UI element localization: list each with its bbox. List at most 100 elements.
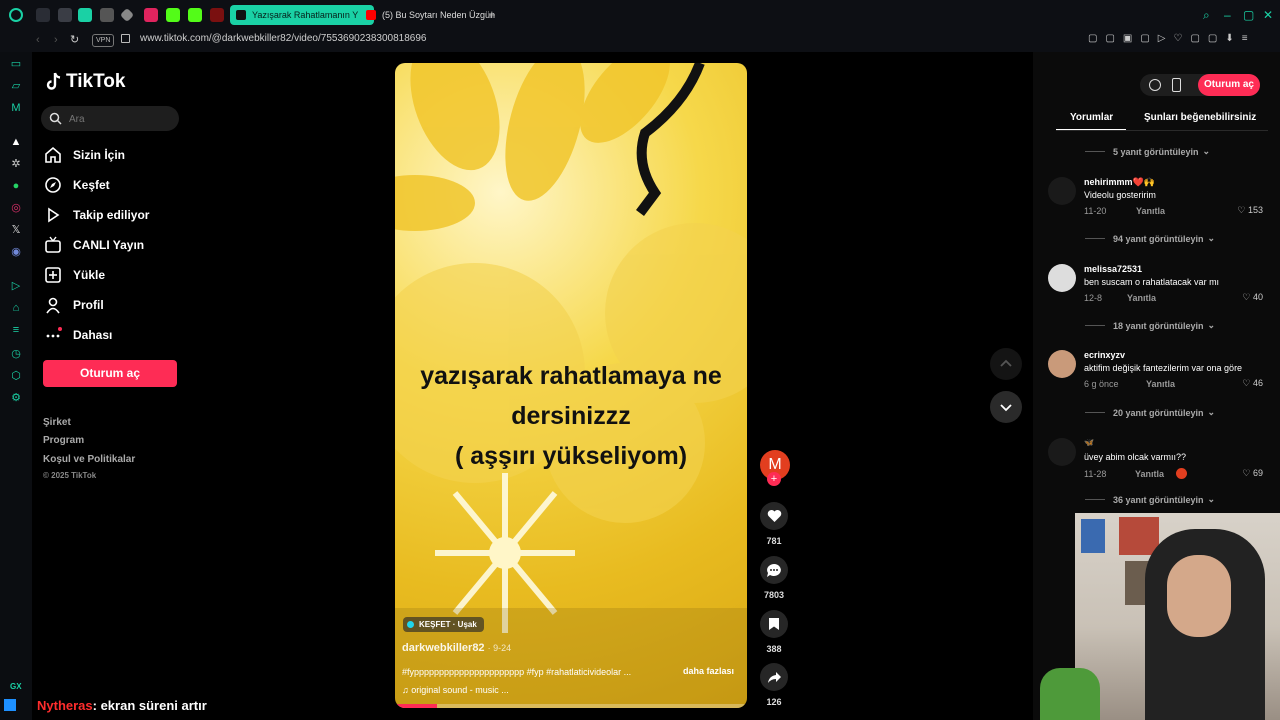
view-replies-button[interactable]: 18 yanıt görüntüleyin ⌄ [1085,320,1215,331]
video-player[interactable]: yazışarak rahatlamaya ne dersinizzz ( aş… [395,63,747,708]
nav-item-following[interactable]: Takip ediliyor [44,204,149,226]
vpn-badge[interactable]: VPN [92,34,115,47]
search-box[interactable] [41,106,179,131]
avatar[interactable] [1048,264,1076,292]
opera-logo-icon[interactable] [9,8,23,22]
extensions-icon[interactable]: ⬡ [10,370,22,382]
tab-comments[interactable]: Yorumlar [1070,112,1113,123]
comment-username[interactable]: melissa72531 [1084,264,1142,274]
x-icon[interactable]: 𝕏 [10,224,22,236]
next-video-button[interactable] [990,391,1022,423]
video-music[interactable]: ♫ original sound - music ... [402,685,509,695]
comment-action[interactable]: 7803 [760,556,788,600]
search-input[interactable] [67,110,171,128]
close-icon[interactable]: ✕ [1263,8,1273,22]
pinned-tab-icon[interactable] [100,8,114,22]
pinned-tab-icon[interactable] [36,8,50,22]
kick-icon[interactable] [188,8,202,22]
sidebar-icon[interactable]: ▱ [10,80,22,92]
history-icon[interactable]: ◷ [10,348,22,360]
reply-button[interactable]: Yanıtla [1127,293,1156,303]
location-tag[interactable]: KEŞFET · Uşak [403,617,484,632]
nav-item-more[interactable]: Dahası [44,324,112,346]
video-hashtags[interactable]: #fypppppppppppppppppppppp #fyp #rahatlat… [402,667,677,677]
comment-like[interactable]: ♡ 46 [1242,378,1263,389]
back-icon[interactable]: ‹ [36,34,40,46]
top-right-controls: Oturum aç [1140,74,1260,96]
sidebar-icon[interactable]: ▭ [10,58,22,70]
save-action[interactable]: 388 [760,610,788,654]
mobile-app-icon[interactable] [1172,78,1181,92]
reply-button[interactable]: Yanıtla [1136,206,1165,216]
like-action[interactable]: 781 [760,502,788,546]
tab-you-may-like[interactable]: Şunları beğenebilirsiniz [1144,112,1256,123]
more-button[interactable]: daha fazlası [683,666,734,676]
reload-icon[interactable]: ↻ [70,33,79,46]
video-progress-fill [395,704,438,708]
login-button[interactable]: Oturum aç [43,360,177,387]
player-icon[interactable]: ▷ [10,280,22,292]
nav-item-live[interactable]: CANLI Yayın [44,234,144,256]
creator-avatar-action[interactable]: M + [760,450,790,486]
toolbar-extension-icons[interactable]: ▢▢▣▢▷♡▢▢⬇≡ [1088,33,1256,44]
tiktok-logo[interactable]: TikTok [46,71,125,93]
pin-icon[interactable]: ⌂ [10,302,22,314]
pinned-tab-icon[interactable] [58,8,72,22]
chevron-down-icon: ⌄ [1207,233,1216,243]
forward-icon[interactable]: › [54,34,58,46]
footer-link-program[interactable]: Program [43,435,84,446]
avatar[interactable] [1048,438,1076,466]
view-replies-button[interactable]: 36 yanıt görüntüleyin ⌄ [1085,494,1215,505]
view-replies-button[interactable]: 94 yanıt görüntüleyin ⌄ [1085,233,1215,244]
video-author[interactable]: darkwebkiller82 · 9-24 [402,642,511,654]
view-replies-button[interactable]: 5 yanıt görüntüleyin ⌄ [1085,146,1210,157]
avatar[interactable] [1048,177,1076,205]
tab-label: Yazışarak Rahatlamanın Y [252,10,359,20]
kick-icon[interactable] [166,8,180,22]
login-button-top[interactable]: Oturum aç [1198,74,1260,96]
tab-tiktok[interactable]: Yazışarak Rahatlamanın Y [230,5,374,25]
tabs-icon[interactable]: ≡ [10,324,22,336]
chatgpt-icon[interactable]: ✲ [10,158,22,170]
previous-video-button[interactable] [990,348,1022,380]
save-count: 388 [766,644,782,654]
comment-username[interactable]: 🦋 [1084,438,1094,447]
pinned-tab-icon[interactable] [119,7,135,23]
comment-username[interactable]: nehirimmm❤️🙌 [1084,177,1155,188]
discord-icon[interactable]: ◉ [10,246,22,258]
coins-icon[interactable] [1149,79,1161,91]
nav-item-profile[interactable]: Profil [44,294,104,316]
sidebar-icon[interactable]: ▲ [10,136,22,148]
maximize-icon[interactable]: ▢ [1243,8,1254,22]
tab-youtube[interactable]: (5) Bu Soytarı Neden Üzgün [360,5,504,25]
author-name[interactable]: darkwebkiller82 [402,642,485,654]
reply-button[interactable]: Yanıtla [1146,379,1175,389]
footer-link-company[interactable]: Şirket [43,417,71,428]
comment-username[interactable]: ecrinxyzv [1084,350,1125,360]
pinned-tab-icon[interactable] [144,8,158,22]
caption-line: ( aşşırı yükseliyom) [454,442,688,470]
reply-button[interactable]: Yanıtla [1135,469,1164,479]
sidebar-icon[interactable]: M [10,102,22,114]
comment-like[interactable]: ♡ 69 [1242,468,1263,479]
instagram-icon[interactable]: ◎ [10,202,22,214]
nav-item-explore[interactable]: Keşfet [44,174,110,196]
pinned-tab-icon[interactable] [78,8,92,22]
whatsapp-icon[interactable]: ● [10,180,22,192]
comment-like[interactable]: ♡ 153 [1237,205,1263,216]
comment-like[interactable]: ♡ 40 [1242,292,1263,303]
avatar[interactable] [1048,350,1076,378]
share-action[interactable]: 126 [760,663,788,707]
footer-link-terms[interactable]: Koşul ve Politikalar [43,454,135,465]
new-tab-button[interactable]: + [488,8,496,22]
url-field[interactable]: www.tiktok.com/@darkwebkiller82/video/75… [140,33,426,44]
view-replies-button[interactable]: 20 yanıt görüntüleyin ⌄ [1085,407,1215,418]
search-icon[interactable]: ⌕ [1203,8,1210,23]
follow-plus-icon[interactable]: + [767,472,781,486]
minimize-icon[interactable]: – [1224,8,1231,22]
nav-item-for-you[interactable]: Sizin İçin [44,144,125,166]
settings-icon[interactable]: ⚙ [10,392,22,404]
video-progress-bar[interactable] [395,704,747,708]
pinned-tab-icon[interactable] [210,8,224,22]
nav-item-upload[interactable]: Yükle [44,264,105,286]
